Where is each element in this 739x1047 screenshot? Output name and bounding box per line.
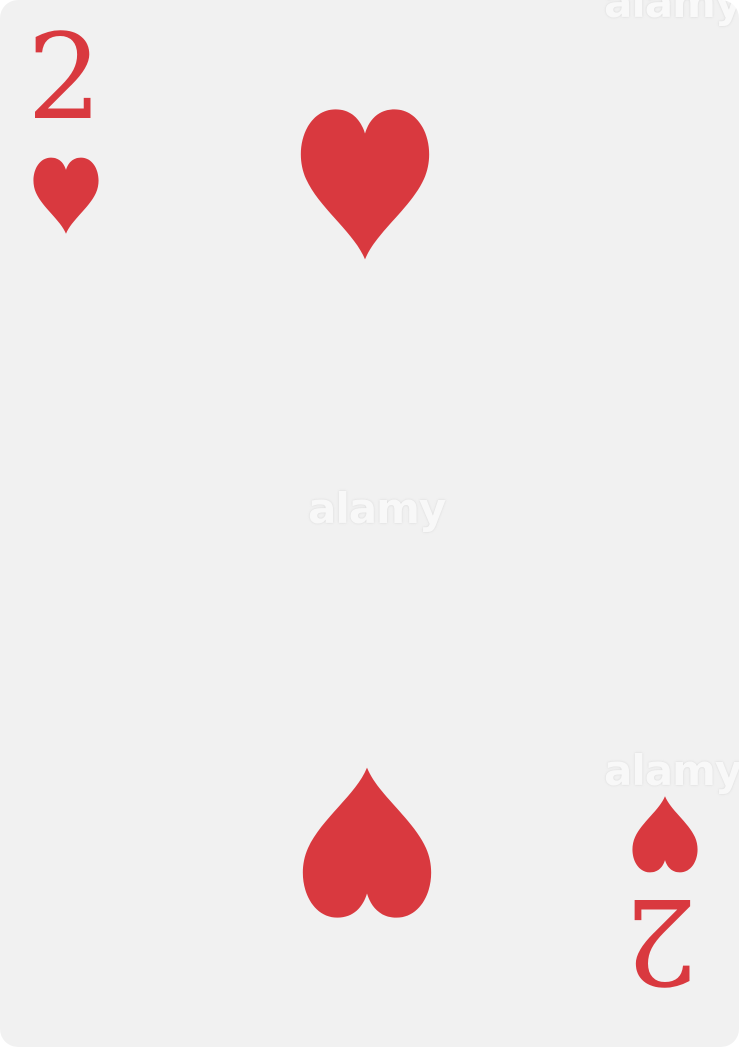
heart-icon: [32, 150, 100, 236]
watermark: alamy: [308, 484, 446, 533]
rank-index-top: 2: [27, 8, 102, 146]
heart-icon: [298, 95, 432, 263]
heart-icon: [300, 763, 434, 933]
watermark: alamy: [604, 0, 739, 27]
heart-icon: [631, 794, 699, 880]
playing-card: 2 2 alamy alamy alamy: [0, 0, 739, 1047]
watermark: alamy: [604, 746, 739, 795]
rank-index-bottom: 2: [627, 872, 699, 1010]
